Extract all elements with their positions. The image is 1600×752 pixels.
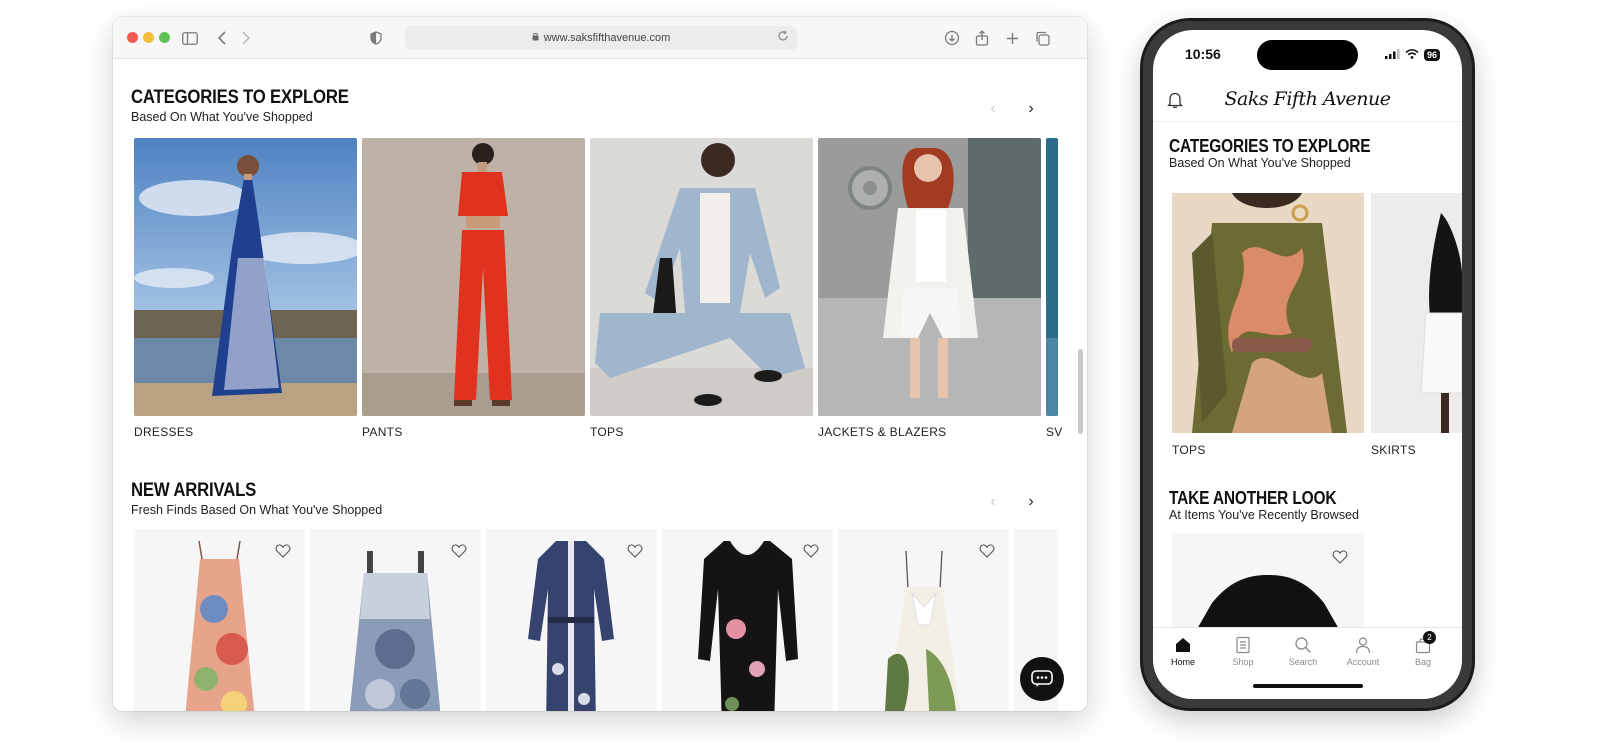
phone-category-label-skirts[interactable]: SKIRTS [1371, 443, 1416, 457]
pants-image [362, 138, 585, 416]
shop-icon [1236, 636, 1250, 654]
home-icon [1176, 638, 1190, 652]
favorite-heart-icon[interactable] [1332, 549, 1348, 565]
url-text: www.saksfifthavenue.com [543, 32, 671, 44]
favorite-heart-icon[interactable] [275, 543, 291, 559]
sidebar-toggle-icon[interactable] [179, 27, 201, 49]
tab-bag[interactable]: 2 Bag [1393, 631, 1453, 667]
share-icon[interactable] [971, 27, 993, 49]
saks-logo[interactable]: Saks Fifth Avenue [1153, 88, 1462, 110]
phone-device: 10:56 96 Saks Fifth Avenue CATEGORIES TO… [1140, 18, 1475, 711]
tab-home-label: Home [1170, 657, 1195, 667]
partial-category-image [1046, 138, 1058, 416]
zoom-window-button[interactable] [159, 32, 170, 43]
category-card-tops[interactable] [590, 138, 813, 416]
page-scrollbar[interactable] [1078, 349, 1083, 434]
product-card[interactable] [486, 529, 657, 711]
wifi-icon [1405, 46, 1419, 64]
phone-tops-image [1172, 193, 1364, 433]
tab-account-label: Account [1346, 657, 1380, 667]
categories-subtitle: Based On What You've Shopped [131, 110, 313, 124]
category-label-jackets-blazers[interactable]: JACKETS & BLAZERS [818, 425, 946, 439]
phone-category-label-tops[interactable]: TOPS [1172, 443, 1206, 457]
dynamic-island [1257, 40, 1358, 70]
bag-count-badge: 2 [1423, 631, 1436, 644]
tab-overview-icon[interactable] [1031, 27, 1053, 49]
tab-search[interactable]: Search [1273, 636, 1333, 667]
category-label-partial[interactable]: SV [1046, 425, 1062, 439]
browser-window: www.saksfifthavenue.com CATEGORIES TO EX… [113, 17, 1087, 711]
phone-recent-title: TAKE ANOTHER LOOK [1169, 488, 1337, 508]
new-tab-icon[interactable] [1001, 27, 1023, 49]
product-card[interactable] [134, 529, 305, 711]
tab-bag-label: Bag [1414, 657, 1431, 667]
phone-skirts-image [1371, 193, 1462, 433]
phone-category-card-skirts[interactable] [1371, 193, 1462, 433]
favorite-heart-icon[interactable] [803, 543, 819, 559]
product-card[interactable] [838, 529, 1009, 711]
product-card[interactable] [662, 529, 833, 711]
close-window-button[interactable] [127, 32, 138, 43]
forward-icon[interactable] [235, 27, 257, 49]
address-bar[interactable]: www.saksfifthavenue.com [405, 26, 797, 50]
new-arrivals-subtitle: Fresh Finds Based On What You've Shopped [131, 503, 383, 517]
app-header: Saks Fifth Avenue [1153, 82, 1462, 122]
reload-icon[interactable] [777, 30, 789, 45]
tab-home[interactable]: Home [1153, 636, 1213, 667]
tops-image [590, 138, 813, 416]
lock-icon [532, 32, 539, 44]
jackets-blazers-image [818, 138, 1041, 416]
category-label-pants[interactable]: PANTS [362, 425, 403, 439]
favorite-heart-icon[interactable] [451, 543, 467, 559]
phone-categories-subtitle: Based On What You've Shopped [1169, 156, 1351, 170]
category-card-pants[interactable] [362, 138, 585, 416]
favorite-heart-icon[interactable] [627, 543, 643, 559]
phone-recent-subtitle: At Items You've Recently Browsed [1169, 508, 1359, 522]
account-icon [1355, 637, 1371, 654]
minimize-window-button[interactable] [143, 32, 154, 43]
battery-indicator: 96 [1423, 49, 1440, 61]
browser-toolbar: www.saksfifthavenue.com [113, 17, 1087, 59]
tab-search-label: Search [1288, 657, 1318, 667]
dresses-image [134, 138, 357, 416]
download-icon[interactable] [941, 27, 963, 49]
category-label-tops[interactable]: TOPS [590, 425, 624, 439]
tab-bar: Home Shop Search Account 2 Bag [1153, 627, 1462, 699]
category-label-dresses[interactable]: DRESSES [134, 425, 193, 439]
categories-title: CATEGORIES TO EXPLORE [131, 87, 349, 108]
phone-screen: 10:56 96 Saks Fifth Avenue CATEGORIES TO… [1153, 30, 1462, 699]
status-time: 10:56 [1185, 46, 1221, 62]
chat-button[interactable] [1020, 657, 1064, 701]
tab-shop-label: Shop [1232, 657, 1254, 667]
tab-account[interactable]: Account [1333, 636, 1393, 667]
product-card[interactable] [310, 529, 481, 711]
favorite-heart-icon[interactable] [979, 543, 995, 559]
category-card-jackets-blazers[interactable] [818, 138, 1041, 416]
search-icon [1295, 637, 1311, 653]
new-arrivals-next-arrow-icon[interactable]: › [1018, 489, 1044, 515]
phone-categories-title: CATEGORIES TO EXPLORE [1169, 136, 1371, 156]
category-card-partial[interactable] [1046, 138, 1058, 416]
cellular-signal-icon [1384, 46, 1400, 64]
tab-shop[interactable]: Shop [1213, 636, 1273, 667]
status-icons: 96 [1384, 46, 1440, 64]
categories-prev-arrow-icon[interactable]: ‹ [980, 96, 1006, 122]
home-indicator[interactable] [1253, 684, 1363, 688]
chat-bubble-icon [1031, 670, 1053, 687]
web-page: CATEGORIES TO EXPLORE Based On What You'… [113, 59, 1087, 711]
privacy-shield-icon[interactable] [365, 27, 387, 49]
new-arrivals-prev-arrow-icon[interactable]: ‹ [980, 489, 1006, 515]
new-arrivals-title: NEW ARRIVALS [131, 480, 257, 501]
back-icon[interactable] [211, 27, 233, 49]
category-card-dresses[interactable] [134, 138, 357, 416]
phone-category-card-tops[interactable] [1172, 193, 1364, 433]
categories-next-arrow-icon[interactable]: › [1018, 96, 1044, 122]
